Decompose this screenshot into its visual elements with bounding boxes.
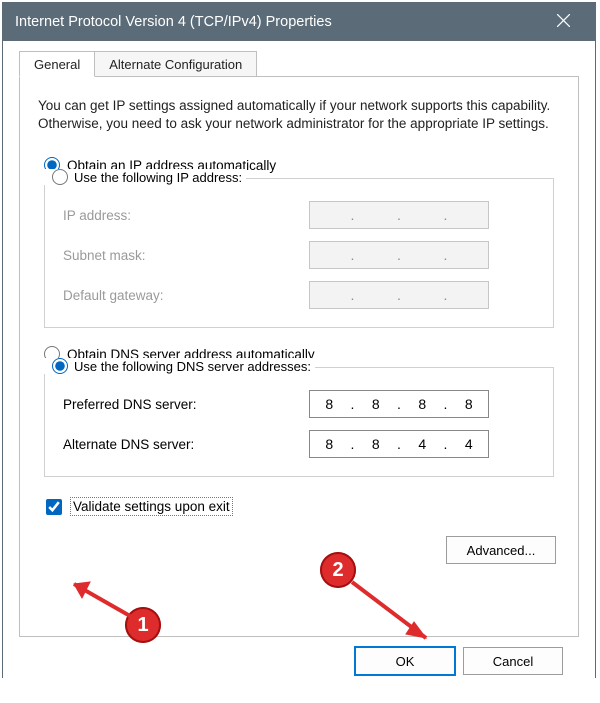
alt-dns-label: Alternate DNS server: xyxy=(59,437,309,452)
validate-label[interactable]: Validate settings upon exit xyxy=(70,497,233,516)
intro-text: You can get IP settings assigned automat… xyxy=(38,97,560,133)
close-button[interactable] xyxy=(543,3,583,41)
pref-dns-row: Preferred DNS server: 8. 8. 8. 8 xyxy=(59,390,539,418)
dialog-footer: OK Cancel xyxy=(19,637,579,689)
titlebar: Internet Protocol Version 4 (TCP/IPv4) P… xyxy=(3,3,595,41)
default-gateway-label: Default gateway: xyxy=(59,288,309,303)
properties-dialog: Internet Protocol Version 4 (TCP/IPv4) P… xyxy=(2,2,596,678)
subnet-mask-field: . . . xyxy=(309,241,489,269)
validate-checkbox[interactable] xyxy=(46,499,62,515)
advanced-button[interactable]: Advanced... xyxy=(446,536,556,564)
cancel-button[interactable]: Cancel xyxy=(463,647,563,675)
ip-address-row: IP address: . . . xyxy=(59,201,539,229)
ip-manual-group: Use the following IP address: IP address… xyxy=(44,178,554,328)
subnet-mask-row: Subnet mask: . . . xyxy=(59,241,539,269)
radio-dns-manual[interactable] xyxy=(52,358,68,374)
validate-row: Validate settings upon exit xyxy=(46,497,552,516)
default-gateway-row: Default gateway: . . . xyxy=(59,281,539,309)
dialog-body: General Alternate Configuration You can … xyxy=(3,41,595,703)
ip-address-field: . . . xyxy=(309,201,489,229)
dns-manual-legend: Use the following DNS server addresses: xyxy=(44,358,315,374)
window-title: Internet Protocol Version 4 (TCP/IPv4) P… xyxy=(15,14,543,30)
ok-button[interactable]: OK xyxy=(355,647,455,675)
ip-address-label: IP address: xyxy=(59,208,309,223)
pref-dns-label: Preferred DNS server: xyxy=(59,397,309,412)
dns-manual-group: Use the following DNS server addresses: … xyxy=(44,367,554,477)
radio-dns-manual-label[interactable]: Use the following DNS server addresses: xyxy=(74,359,311,374)
subnet-mask-label: Subnet mask: xyxy=(59,248,309,263)
alt-dns-field[interactable]: 8. 8. 4. 4 xyxy=(309,430,489,458)
radio-ip-manual-label[interactable]: Use the following IP address: xyxy=(74,170,242,185)
default-gateway-field: . . . xyxy=(309,281,489,309)
radio-ip-manual[interactable] xyxy=(52,169,68,185)
close-icon xyxy=(557,14,570,31)
tab-general[interactable]: General xyxy=(19,51,95,77)
tabset: General Alternate Configuration xyxy=(19,51,579,77)
tab-alternate[interactable]: Alternate Configuration xyxy=(94,51,257,76)
ip-manual-legend: Use the following IP address: xyxy=(44,169,246,185)
alt-dns-row: Alternate DNS server: 8. 8. 4. 4 xyxy=(59,430,539,458)
tab-panel-general: You can get IP settings assigned automat… xyxy=(19,77,579,637)
pref-dns-field[interactable]: 8. 8. 8. 8 xyxy=(309,390,489,418)
